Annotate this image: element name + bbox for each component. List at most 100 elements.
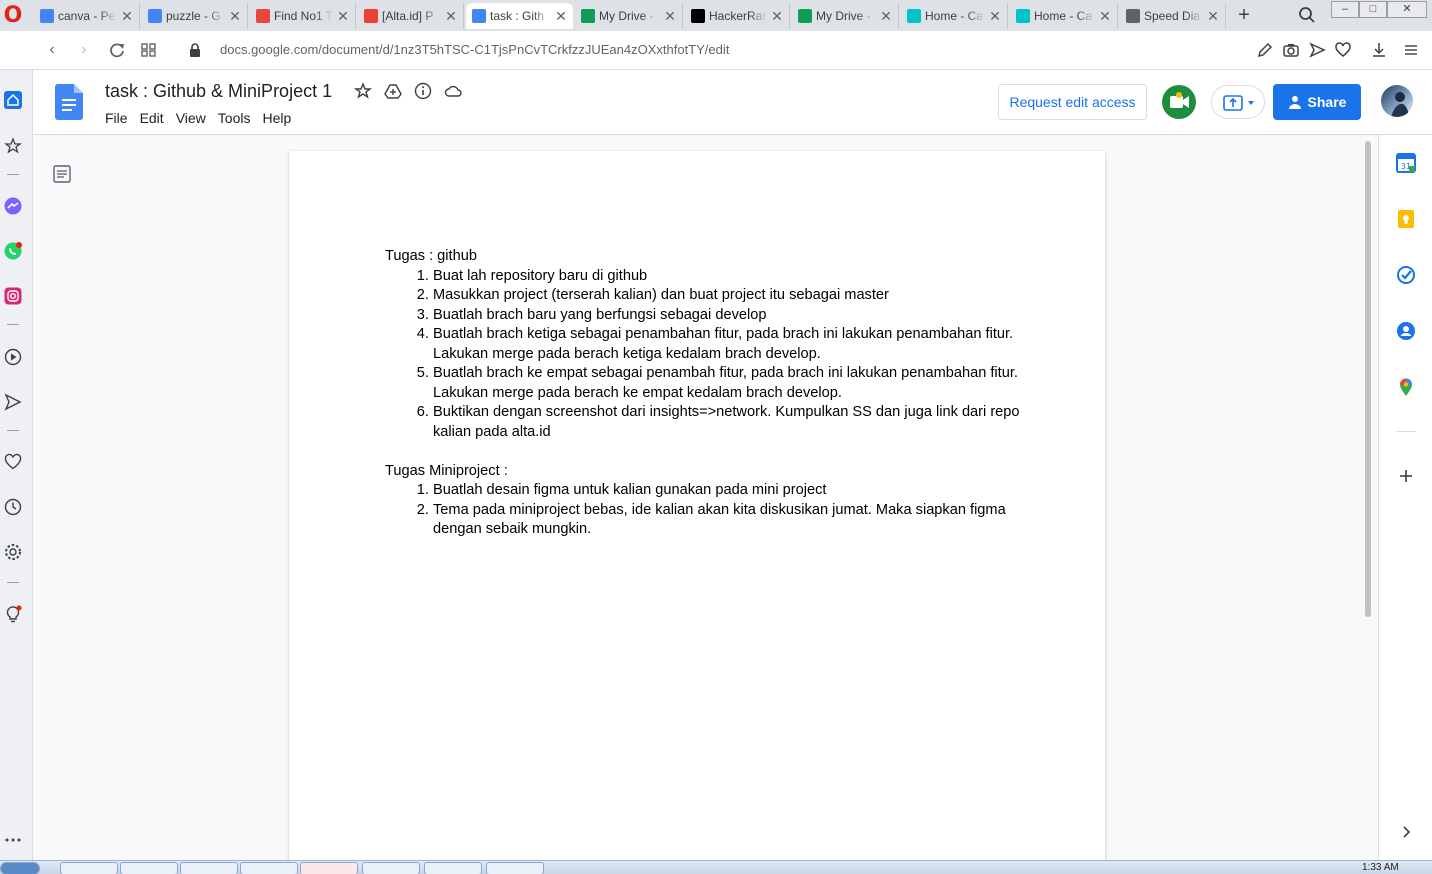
vertical-scrollbar[interactable] [1365,141,1371,617]
maximize-window-button[interactable]: □ [1359,1,1387,18]
request-edit-access-button[interactable]: Request edit access [998,84,1147,120]
bookmark-heart-icon[interactable] [1334,41,1352,59]
browser-tab[interactable]: task : Gith ✕ [466,3,573,29]
taskbar-app-button[interactable] [240,862,298,874]
close-tab-icon[interactable]: ✕ [555,8,567,25]
new-tab-button[interactable]: + [1234,4,1254,27]
close-tab-icon[interactable]: ✕ [121,8,133,25]
browser-tab[interactable]: Find No1 T ✕ [250,3,356,29]
document-outline-icon[interactable] [52,164,72,184]
drive-icon [798,9,812,23]
browser-tab[interactable]: My Drive - ✕ [792,3,899,29]
send-icon[interactable] [4,393,22,411]
star-icon[interactable] [4,137,22,155]
forward-button[interactable]: › [74,40,94,60]
get-add-ons-plus-icon[interactable] [1396,466,1416,486]
browser-tab[interactable]: Home - Ca ✕ [1010,3,1118,29]
account-avatar[interactable] [1381,85,1413,117]
document-title[interactable]: task : Github & MiniProject 1 [105,81,332,102]
taskbar-app-button[interactable] [120,862,178,874]
menu-view[interactable]: View [176,110,212,126]
close-tab-icon[interactable]: ✕ [229,8,241,25]
meet-icon[interactable] [1162,85,1196,119]
docs-icon [472,9,486,23]
close-tab-icon[interactable]: ✕ [1207,8,1219,25]
lock-icon[interactable] [189,43,201,57]
calendar-icon[interactable]: 31 [1396,153,1416,173]
sidebar-separator [7,430,19,431]
messenger-icon[interactable] [4,197,22,215]
back-button[interactable]: ‹ [42,40,62,60]
tab-title: Home - Ca [925,9,984,23]
taskbar-app-button[interactable] [362,862,420,874]
menu-tools[interactable]: Tools [218,110,257,126]
menu-help[interactable]: Help [262,110,297,126]
settings-gear-icon[interactable] [4,543,22,561]
contacts-icon[interactable] [1396,321,1416,341]
minimize-window-button[interactable]: – [1331,1,1359,18]
start-button[interactable] [0,862,40,874]
browser-tab[interactable]: HackerRan ✕ [685,3,790,29]
document-details-info-icon[interactable] [414,82,432,100]
tab-title: [Alta.id] P [382,9,434,23]
history-clock-icon[interactable] [4,498,22,516]
browser-tab[interactable]: Home - Ca ✕ [901,3,1008,29]
share-button[interactable]: Share [1273,84,1361,120]
edit-page-icon[interactable] [1256,41,1274,59]
taskbar-clock[interactable]: 1:33 AM [1362,862,1399,873]
taskbar-app-button[interactable] [424,862,482,874]
instagram-icon[interactable] [4,287,22,305]
show-side-panel-chevron-icon[interactable] [1396,822,1416,842]
send-flow-icon[interactable] [1308,41,1326,59]
taskbar-app-button[interactable] [180,862,238,874]
more-options-icon[interactable] [4,831,22,849]
tips-lightbulb-icon[interactable] [4,605,22,623]
home-icon[interactable] [4,91,22,109]
browser-tab[interactable]: My Drive - ✕ [575,3,683,29]
snapshot-camera-icon[interactable] [1282,41,1300,59]
speed-dial-grid-icon[interactable] [139,40,159,60]
easy-setup-menu-icon[interactable] [1402,41,1420,59]
sidebar-separator [7,582,19,583]
close-window-button[interactable]: ✕ [1387,1,1427,18]
browser-tab[interactable]: [Alta.id] P ✕ [358,3,464,29]
drive-icon [581,9,595,23]
browser-tab[interactable]: puzzle - G ✕ [142,3,248,29]
heart-icon[interactable] [4,453,22,471]
opera-logo-icon[interactable]: O [2,5,24,27]
list-item: Tema pada miniproject bebas, ide kalian … [433,501,1025,540]
maps-icon[interactable] [1396,377,1416,397]
keep-icon[interactable] [1396,209,1416,229]
browser-tab[interactable]: canva - Pe ✕ [34,3,140,29]
whatsapp-icon[interactable] [4,242,22,260]
move-to-drive-icon[interactable] [384,82,402,100]
numbered-list: Buatlah desain figma untuk kalian gunaka… [385,481,1025,540]
cloud-status-icon[interactable] [444,82,462,100]
menu-file[interactable]: File [105,110,134,126]
taskbar-app-button[interactable] [486,862,544,874]
url-field[interactable]: docs.google.com/document/d/1nz3T5hTSC-C1… [220,42,729,57]
address-bar: ‹ › docs.google.com/document/d/1nz3T5hTS… [0,31,1432,70]
taskbar-app-button[interactable] [60,862,118,874]
present-to-meeting-button[interactable] [1211,85,1265,119]
os-taskbar: 1:33 AM [0,860,1432,874]
star-icon[interactable] [354,82,372,100]
list-item: Buatlah desain figma untuk kalian gunaka… [433,481,1025,501]
taskbar-opera-button[interactable] [300,862,358,874]
docs-logo-icon[interactable] [55,84,83,120]
browser-tab[interactable]: Speed Dia ✕ [1120,3,1226,29]
tab-search-icon[interactable] [1298,6,1316,24]
tasks-icon[interactable] [1396,265,1416,285]
close-tab-icon[interactable]: ✕ [989,8,1001,25]
close-tab-icon[interactable]: ✕ [337,8,349,25]
close-tab-icon[interactable]: ✕ [771,8,783,25]
menu-edit[interactable]: Edit [140,110,170,126]
close-tab-icon[interactable]: ✕ [664,8,676,25]
close-tab-icon[interactable]: ✕ [1099,8,1111,25]
reload-icon[interactable] [107,40,127,60]
close-tab-icon[interactable]: ✕ [880,8,892,25]
document-page[interactable]: Tugas : github Buat lah repository baru d… [289,151,1105,871]
downloads-icon[interactable] [1370,41,1388,59]
player-icon[interactable] [4,348,22,366]
close-tab-icon[interactable]: ✕ [445,8,457,25]
